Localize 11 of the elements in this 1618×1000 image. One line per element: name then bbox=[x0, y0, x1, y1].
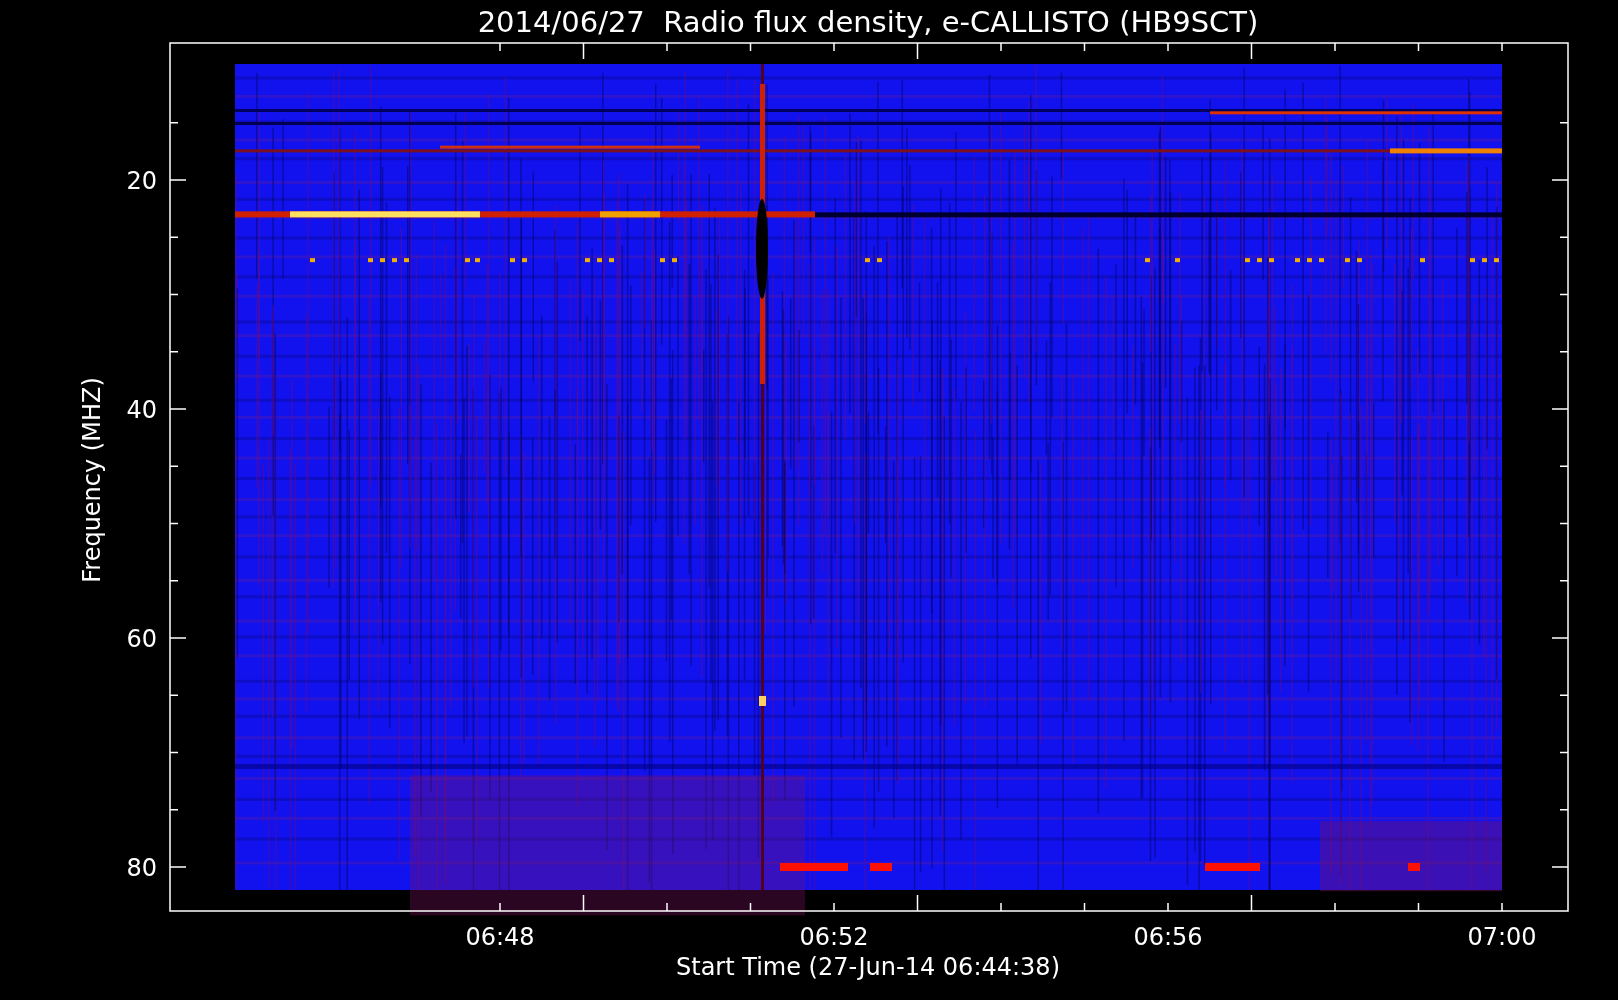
tick-label: 40 bbox=[126, 396, 157, 424]
tick-label: 06:56 bbox=[1133, 923, 1203, 951]
axis-label: Start Time (27-Jun-14 06:44:38) bbox=[676, 953, 1060, 981]
tick-label: 20 bbox=[126, 167, 157, 195]
axis-label: Frequency (MHZ) bbox=[78, 377, 106, 583]
tick-label: 60 bbox=[126, 625, 157, 653]
chart-title: 2014/06/27 Radio flux density, e-CALLISTO (HB9SCT) bbox=[477, 5, 1259, 39]
tick-label: 07:00 bbox=[1467, 923, 1537, 951]
tick-label: 06:48 bbox=[465, 923, 535, 951]
tick-label: 06:52 bbox=[799, 923, 869, 951]
tick-label: 80 bbox=[126, 854, 157, 882]
